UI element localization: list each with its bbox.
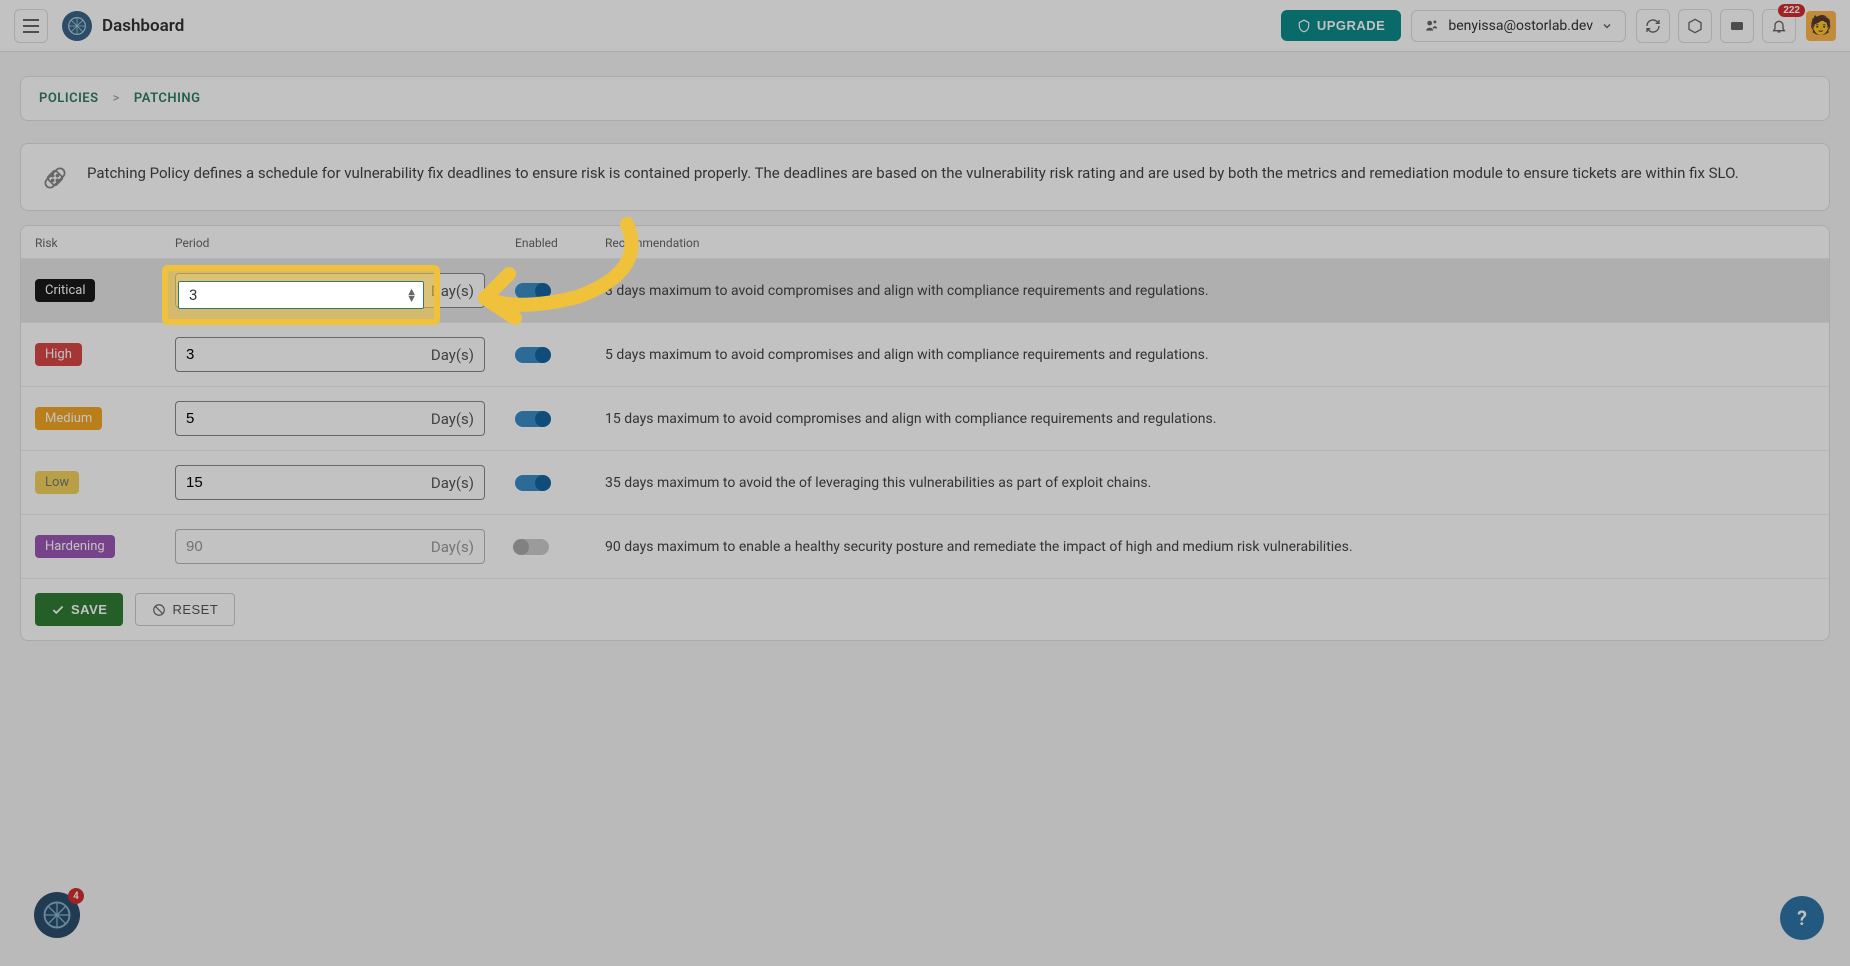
period-unit: Day(s) — [421, 538, 484, 556]
risk-badge-critical: Critical — [35, 279, 95, 302]
period-input-low[interactable] — [176, 466, 421, 499]
period-input-critical[interactable] — [176, 274, 402, 307]
notifications-button[interactable]: 222 — [1762, 9, 1796, 43]
enabled-toggle-hardening[interactable] — [515, 539, 549, 555]
page-title: Dashboard — [102, 16, 184, 36]
floating-brand-button[interactable]: 4 — [34, 892, 80, 938]
enabled-toggle-low[interactable] — [515, 475, 549, 491]
period-unit: Day(s) — [421, 282, 484, 300]
check-icon — [51, 603, 65, 617]
avatar[interactable]: 🧑 — [1806, 11, 1836, 41]
info-text: Patching Policy defines a schedule for v… — [87, 162, 1739, 185]
period-unit: Day(s) — [421, 474, 484, 492]
breadcrumb-policies[interactable]: POLICIES — [39, 91, 99, 106]
enabled-toggle-high[interactable] — [515, 347, 549, 363]
save-button[interactable]: SAVE — [35, 593, 123, 626]
brand-logo-icon — [62, 11, 92, 41]
recommendation-text: 90 days maximum to enable a healthy secu… — [605, 539, 1815, 555]
hamburger-icon — [23, 19, 39, 33]
floating-badge: 4 — [68, 888, 84, 904]
reset-label: RESET — [172, 602, 218, 617]
user-email: benyissa@ostorlab.dev — [1448, 18, 1593, 34]
table-row: Medium Day(s) 15 days maximum to avoid c… — [21, 387, 1829, 451]
shield-icon — [1297, 19, 1311, 33]
table-row: Critical ▲▼ Day(s) 3 days maximum to avo… — [21, 259, 1829, 323]
save-label: SAVE — [71, 602, 107, 617]
spinner-icon[interactable]: ▲▼ — [402, 284, 421, 298]
table-header: Risk Period Enabled Recommendation — [21, 226, 1829, 259]
refresh-button[interactable] — [1636, 9, 1670, 43]
col-enabled: Enabled — [515, 236, 605, 250]
risk-badge-medium: Medium — [35, 407, 102, 430]
top-bar: Dashboard UPGRADE benyissa@ostorlab.dev … — [0, 0, 1850, 52]
col-recommendation: Recommendation — [605, 236, 1815, 250]
breadcrumb-separator: > — [113, 91, 120, 106]
menu-button[interactable] — [14, 9, 48, 43]
period-unit: Day(s) — [421, 346, 484, 364]
period-input-high[interactable] — [176, 338, 421, 371]
actions-row: SAVE RESET — [21, 579, 1829, 640]
period-field[interactable]: Day(s) — [175, 465, 485, 500]
period-unit: Day(s) — [421, 410, 484, 428]
help-fab[interactable]: ? — [1780, 896, 1824, 940]
risk-badge-hardening: Hardening — [35, 535, 115, 558]
table-row: Low Day(s) 35 days maximum to avoid the … — [21, 451, 1829, 515]
user-icon — [1424, 19, 1440, 33]
period-field[interactable]: ▲▼ Day(s) — [175, 273, 485, 308]
enabled-toggle-medium[interactable] — [515, 411, 549, 427]
breadcrumb-patching[interactable]: PATCHING — [134, 91, 201, 106]
recommendation-text: 3 days maximum to avoid compromises and … — [605, 283, 1815, 299]
chevron-down-icon — [1601, 20, 1613, 32]
help-icon: ? — [1797, 906, 1807, 930]
breadcrumb: POLICIES > PATCHING — [20, 76, 1830, 121]
upgrade-button[interactable]: UPGRADE — [1281, 10, 1402, 41]
id-card-icon — [1729, 18, 1745, 34]
recommendation-text: 15 days maximum to avoid compromises and… — [605, 411, 1815, 427]
card-button[interactable] — [1720, 9, 1754, 43]
prohibit-icon — [152, 603, 166, 617]
user-menu[interactable]: benyissa@ostorlab.dev — [1411, 10, 1626, 42]
period-input-hardening — [176, 530, 421, 563]
risk-badge-low: Low — [35, 471, 79, 494]
enabled-toggle-critical[interactable] — [515, 283, 549, 299]
secondary-button[interactable] — [1678, 9, 1712, 43]
bell-icon — [1771, 18, 1787, 34]
period-field: Day(s) — [175, 529, 485, 564]
brand-logo-icon — [42, 900, 72, 930]
table-row: Hardening Day(s) 90 days maximum to enab… — [21, 515, 1829, 579]
upgrade-label: UPGRADE — [1317, 18, 1386, 33]
notification-badge: 222 — [1778, 4, 1805, 17]
period-field[interactable]: Day(s) — [175, 401, 485, 436]
period-input-medium[interactable] — [176, 402, 421, 435]
col-period: Period — [175, 236, 515, 250]
bandage-icon — [41, 164, 69, 192]
col-risk: Risk — [35, 236, 175, 250]
refresh-icon — [1645, 18, 1661, 34]
risk-badge-high: High — [35, 343, 82, 366]
info-card: Patching Policy defines a schedule for v… — [20, 143, 1830, 211]
reset-button[interactable]: RESET — [135, 593, 235, 626]
policy-table: Risk Period Enabled Recommendation Criti… — [20, 225, 1830, 641]
recommendation-text: 35 days maximum to avoid the of leveragi… — [605, 475, 1815, 491]
hexagon-icon — [1687, 18, 1703, 34]
table-row: High Day(s) 5 days maximum to avoid comp… — [21, 323, 1829, 387]
period-field[interactable]: Day(s) — [175, 337, 485, 372]
recommendation-text: 5 days maximum to avoid compromises and … — [605, 347, 1815, 363]
